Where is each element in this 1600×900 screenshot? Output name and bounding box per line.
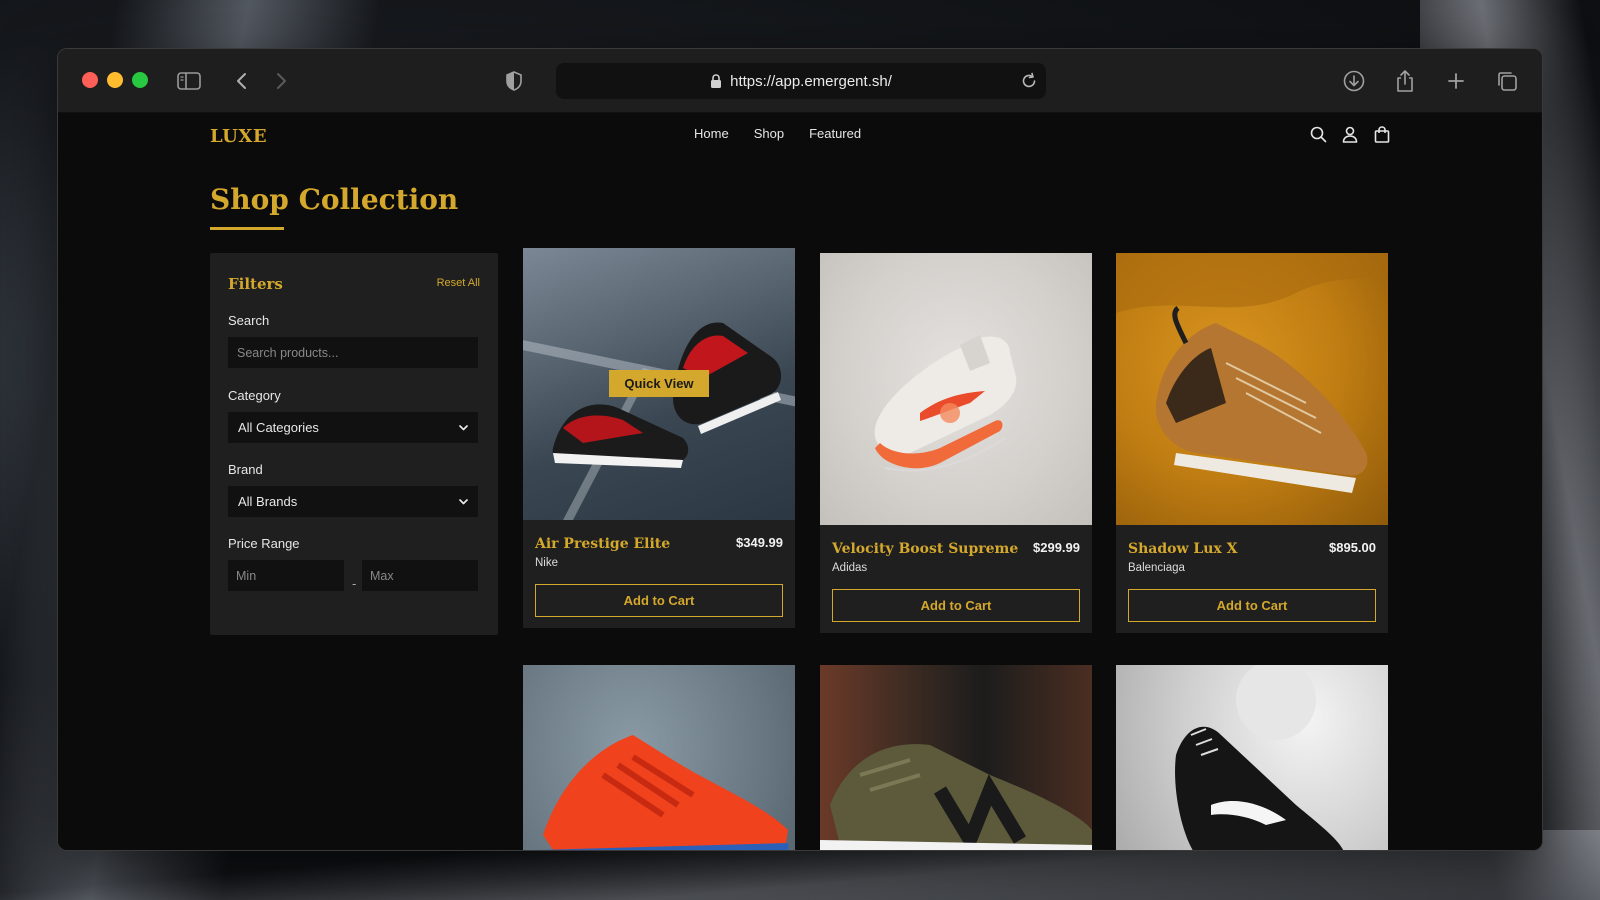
tabs-icon[interactable]	[1494, 68, 1520, 94]
product-image[interactable]	[1116, 253, 1388, 525]
product-price: $895.00	[1329, 540, 1376, 555]
browser-window: https://app.emergent.sh/ LUXE Home Shop …	[57, 48, 1543, 851]
add-to-cart-button[interactable]: Add to Cart	[832, 589, 1080, 622]
product-card[interactable]: Shadow Lux X $895.00 Balenciaga Add to C…	[1116, 253, 1388, 633]
product-price: $349.99	[736, 535, 783, 550]
price-max-input[interactable]: Max	[362, 560, 478, 591]
add-to-cart-button[interactable]: Add to Cart	[1128, 589, 1376, 622]
shield-icon[interactable]	[501, 68, 527, 94]
search-label: Search	[228, 313, 270, 328]
product-card[interactable]	[523, 665, 795, 850]
sneaker-photo	[1175, 665, 1344, 850]
site-logo[interactable]: LUXE	[210, 126, 267, 147]
share-icon[interactable]	[1392, 68, 1418, 94]
filters-panel: Filters Reset All Search Search products…	[210, 253, 498, 635]
product-price: $299.99	[1033, 540, 1080, 555]
brand-select-value: All Brands	[238, 494, 298, 509]
sneaker-photo	[820, 744, 1092, 850]
maximize-window-button[interactable]	[132, 72, 148, 88]
sneaker-photo	[1116, 253, 1388, 493]
price-min-input[interactable]: Min	[228, 560, 344, 591]
product-brand: Balenciaga	[1128, 562, 1185, 574]
product-image[interactable]: Quick View	[523, 248, 795, 520]
product-image[interactable]	[820, 253, 1092, 525]
user-icon[interactable]	[1340, 124, 1360, 144]
address-bar[interactable]: https://app.emergent.sh/	[556, 63, 1046, 99]
sneaker-photo	[874, 335, 1017, 472]
brand-select[interactable]: All Brands	[228, 486, 478, 517]
product-name[interactable]: Air Prestige Elite	[535, 536, 670, 552]
close-window-button[interactable]	[82, 72, 98, 88]
search-icon[interactable]	[1308, 124, 1328, 144]
category-select-value: All Categories	[238, 420, 319, 435]
product-card[interactable]: Velocity Boost Supreme $299.99 Adidas Ad…	[820, 253, 1092, 633]
product-card[interactable]	[820, 665, 1092, 850]
sneaker-photo	[538, 735, 789, 850]
product-card[interactable]	[1116, 665, 1388, 850]
forward-icon[interactable]	[269, 68, 295, 94]
category-label: Category	[228, 388, 281, 403]
product-image[interactable]	[1116, 665, 1388, 850]
shop-page: LUXE Home Shop Featured Shop Collection	[58, 114, 1542, 850]
product-image[interactable]	[523, 665, 795, 850]
search-input[interactable]: Search products...	[228, 337, 478, 368]
back-icon[interactable]	[228, 68, 254, 94]
browser-toolbar: https://app.emergent.sh/	[58, 49, 1542, 113]
quick-view-button[interactable]: Quick View	[609, 370, 709, 397]
sidebar-icon[interactable]	[176, 68, 202, 94]
filters-title: Filters	[228, 275, 283, 293]
page-title: Shop Collection	[210, 183, 459, 216]
chevron-down-icon	[459, 498, 468, 504]
product-card[interactable]: Quick View Air Prestige Elite $349.99 Ni…	[523, 248, 795, 628]
minimize-window-button[interactable]	[107, 72, 123, 88]
new-tab-icon[interactable]	[1443, 68, 1469, 94]
chevron-down-icon	[459, 424, 468, 430]
add-to-cart-button[interactable]: Add to Cart	[535, 584, 783, 617]
price-range-label: Price Range	[228, 536, 300, 551]
product-brand: Adidas	[832, 562, 868, 574]
title-underline	[210, 227, 284, 230]
product-name[interactable]: Velocity Boost Supreme	[832, 541, 1018, 557]
nav-link-shop[interactable]: Shop	[754, 126, 784, 141]
product-image[interactable]	[820, 665, 1092, 850]
reset-all-link[interactable]: Reset All	[437, 277, 480, 289]
product-brand: Nike	[535, 557, 559, 569]
product-name[interactable]: Shadow Lux X	[1128, 541, 1238, 557]
price-separator: -	[352, 576, 357, 591]
window-controls	[82, 72, 148, 88]
lock-icon	[711, 73, 722, 88]
nav-link-featured[interactable]: Featured	[809, 126, 861, 141]
category-select[interactable]: All Categories	[228, 412, 478, 443]
main-nav: Home Shop Featured	[694, 126, 861, 141]
site-header: LUXE Home Shop Featured	[58, 114, 1542, 158]
url-text: https://app.emergent.sh/	[730, 72, 892, 90]
bag-icon[interactable]	[1372, 124, 1392, 144]
reload-icon[interactable]	[1020, 72, 1038, 90]
header-actions	[1308, 124, 1392, 144]
download-icon[interactable]	[1341, 68, 1367, 94]
nav-link-home[interactable]: Home	[694, 126, 729, 141]
brand-label: Brand	[228, 462, 263, 477]
